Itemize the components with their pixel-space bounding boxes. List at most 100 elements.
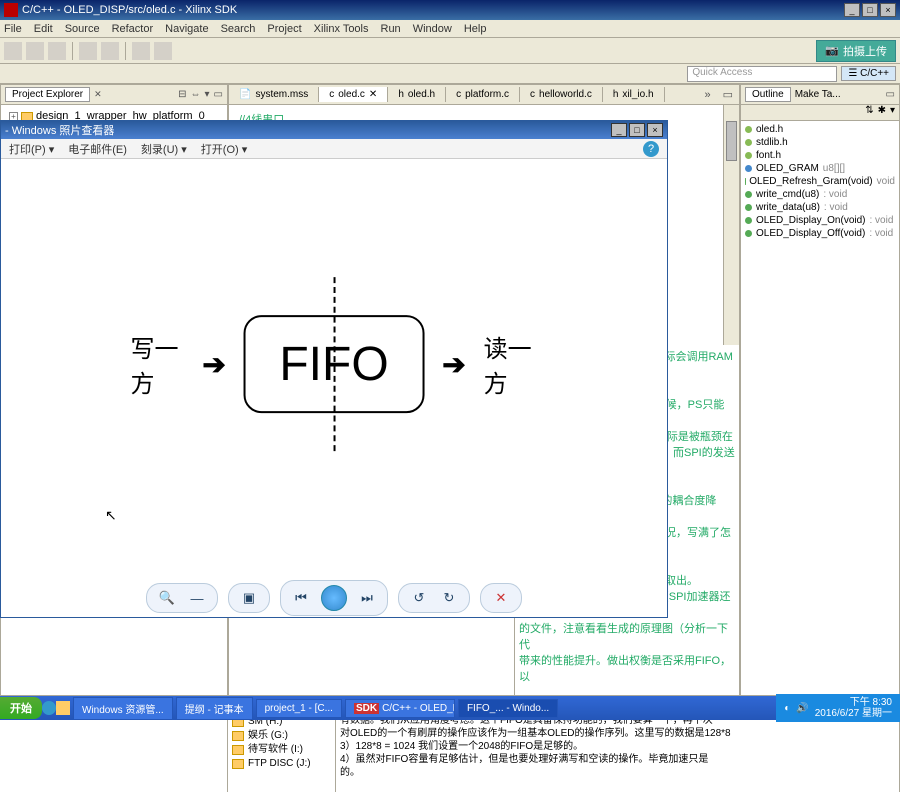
editor-tab[interactable]: cplatform.c xyxy=(446,87,520,102)
pv-menu-print[interactable]: 打印(P) ▾ xyxy=(9,141,54,157)
maximize-button[interactable]: □ xyxy=(862,3,878,17)
delete-group: ✕ xyxy=(480,583,522,613)
editor-tab[interactable]: 📄system.mss xyxy=(229,87,319,102)
collapse-icon[interactable]: ⊟ xyxy=(178,89,186,100)
menu-search[interactable]: Search xyxy=(221,23,256,35)
editor-tab-active[interactable]: coled.c✕ xyxy=(319,87,388,102)
menu-icon[interactable]: ▾ xyxy=(205,89,210,100)
menu-icon[interactable]: ▾ xyxy=(890,105,895,120)
prev-icon[interactable]: ⏮ xyxy=(291,588,311,608)
editor-tab[interactable]: holed.h xyxy=(388,87,446,102)
tool-hammer-icon[interactable] xyxy=(101,42,119,60)
min-icon[interactable]: ▭ xyxy=(886,89,895,100)
editor-tabs: 📄system.mss coled.c✕ holed.h cplatform.c… xyxy=(229,85,739,105)
menu-refactor[interactable]: Refactor xyxy=(112,23,154,35)
scroll-thumb[interactable] xyxy=(726,121,737,161)
outline-item[interactable]: write_data(u8) : void xyxy=(741,201,899,214)
tab-close-icon[interactable]: ✕ xyxy=(94,89,102,100)
sort-icon[interactable]: ⇅ xyxy=(865,105,873,120)
tool-saveall-icon[interactable] xyxy=(48,42,66,60)
menu-source[interactable]: Source xyxy=(65,23,100,35)
min-icon[interactable]: ▭ xyxy=(214,89,223,100)
editor-tab[interactable]: hxil_io.h xyxy=(603,87,665,102)
outline-item[interactable]: OLED_Display_On(void) : void xyxy=(741,214,899,227)
menu-window[interactable]: Window xyxy=(413,23,452,35)
pv-menubar: 打印(P) ▾ 电子邮件(E) 刻录(U) ▾ 打开(O) ▾ ? xyxy=(1,139,667,159)
var-icon xyxy=(745,165,752,172)
task-button[interactable]: Windows 资源管... xyxy=(73,697,173,720)
c-icon: c xyxy=(530,89,535,100)
menu-project[interactable]: Project xyxy=(267,23,301,35)
pv-max-button[interactable]: □ xyxy=(629,123,645,137)
tool-debug-icon[interactable] xyxy=(132,42,150,60)
pv-menu-burn[interactable]: 刻录(U) ▾ xyxy=(141,141,187,157)
doc-line: 带来的性能提升。做出权衡是否采用FIFO，以 xyxy=(519,653,735,685)
tool-save-icon[interactable] xyxy=(26,42,44,60)
pv-menu-open[interactable]: 打开(O) ▾ xyxy=(201,141,247,157)
tray-icon[interactable]: ◐ xyxy=(784,703,790,714)
editor-tab[interactable]: chelloworld.c xyxy=(520,87,603,102)
note-line: 4）虽然对FIFO容量有足够估计，但是也要处理好满写和空读的操作。毕竟加速只是 xyxy=(340,753,895,766)
doc-line: 的文件，注意看看生成的原理图（分析一下代 xyxy=(519,621,735,653)
editor-min-icon[interactable]: ▭ xyxy=(717,88,739,101)
outline-item[interactable]: font.h xyxy=(741,149,899,162)
outline-item[interactable]: OLED_Display_Off(void) : void xyxy=(741,227,899,240)
pv-canvas: 写一方 ➔ FIFO ➔ 读一方 ↖ xyxy=(1,159,667,579)
drive-item[interactable]: 待写软件 (I:) xyxy=(232,743,331,757)
filter-icon[interactable]: ✱ xyxy=(878,105,886,120)
pv-help-icon[interactable]: ? xyxy=(643,141,659,157)
task-button[interactable]: project_1 - [C... xyxy=(256,699,342,718)
outline-item[interactable]: write_cmd(u8) : void xyxy=(741,188,899,201)
task-button[interactable]: 提纲 - 记事本 xyxy=(176,697,253,720)
outline-tab[interactable]: Outline xyxy=(745,87,791,102)
pv-min-button[interactable]: _ xyxy=(611,123,627,137)
task-button[interactable]: SDKC/C++ - OLED_DI... xyxy=(345,699,455,718)
menu-edit[interactable]: Edit xyxy=(34,23,53,35)
close-button[interactable]: × xyxy=(880,3,896,17)
fit-icon[interactable]: ▣ xyxy=(239,588,259,608)
ie-icon[interactable] xyxy=(42,701,56,715)
menu-run[interactable]: Run xyxy=(381,23,401,35)
menu-help[interactable]: Help xyxy=(464,23,487,35)
make-tab[interactable]: Make Ta... xyxy=(795,89,841,100)
rotate-cw-icon[interactable]: ↻ xyxy=(439,588,459,608)
minimize-button[interactable]: _ xyxy=(844,3,860,17)
start-button[interactable]: 开始 xyxy=(0,697,42,719)
slideshow-button[interactable] xyxy=(321,585,347,611)
quick-access-input[interactable]: Quick Access xyxy=(687,66,837,82)
tool-run-icon[interactable] xyxy=(154,42,172,60)
perspective-cpp[interactable]: ☰ C/C++ xyxy=(841,66,896,81)
c-icon: c xyxy=(456,89,461,100)
pv-close-button[interactable]: × xyxy=(647,123,663,137)
editor-more-icon[interactable]: » xyxy=(698,89,716,101)
explorer-icon[interactable] xyxy=(56,701,70,715)
next-icon[interactable]: ⏭ xyxy=(357,588,377,608)
pv-titlebar[interactable]: - Windows 照片查看器 _ □ × xyxy=(1,121,667,139)
tool-build-icon[interactable] xyxy=(79,42,97,60)
fifo-box: FIFO xyxy=(244,315,424,413)
close-tab-icon[interactable]: ✕ xyxy=(369,89,377,100)
outline-list: oled.h stdlib.h font.h OLED_GRAM u8[][] … xyxy=(741,121,899,695)
task-button-active[interactable]: FIFO_... - Windo... xyxy=(458,699,558,718)
link-icon[interactable]: ⇔ xyxy=(191,89,201,100)
menu-xilinx[interactable]: Xilinx Tools xyxy=(314,23,369,35)
outline-item[interactable]: oled.h xyxy=(741,123,899,136)
upload-button[interactable]: 📷 拍摄上传 xyxy=(816,40,896,62)
outline-item[interactable]: OLED_Refresh_Gram(void) void xyxy=(741,175,899,188)
projexp-tab[interactable]: Project Explorer xyxy=(5,87,90,102)
drive-item[interactable]: 娱乐 (G:) xyxy=(232,729,331,743)
rotate-ccw-icon[interactable]: ↺ xyxy=(409,588,429,608)
tray-icon[interactable]: 🔊 xyxy=(796,703,808,714)
write-side-label: 写一方 xyxy=(131,329,185,399)
outline-item[interactable]: OLED_GRAM u8[][] xyxy=(741,162,899,175)
menu-file[interactable]: File xyxy=(4,23,22,35)
tool-new-icon[interactable] xyxy=(4,42,22,60)
system-tray[interactable]: ◐ 🔊 下午 8:30 2016/6/27 星期一 xyxy=(776,694,900,722)
delete-icon[interactable]: ✕ xyxy=(491,588,511,608)
drive-item[interactable]: FTP DISC (J:) xyxy=(232,757,331,771)
pv-menu-email[interactable]: 电子邮件(E) xyxy=(68,141,127,157)
zoom-slider[interactable]: — xyxy=(187,588,207,608)
menu-navigate[interactable]: Navigate xyxy=(165,23,208,35)
outline-item[interactable]: stdlib.h xyxy=(741,136,899,149)
zoom-out-icon[interactable]: 🔍 xyxy=(157,588,177,608)
